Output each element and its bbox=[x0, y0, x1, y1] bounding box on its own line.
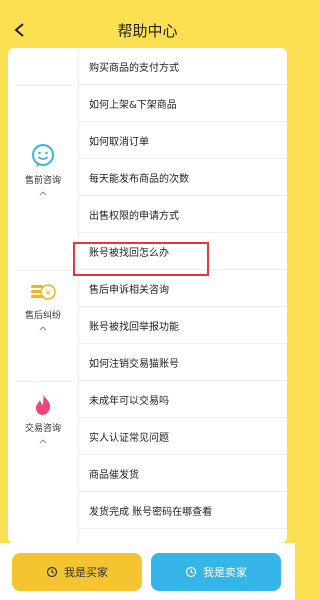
highlight-box bbox=[73, 242, 209, 276]
buyer-button-label: 我是买家 bbox=[64, 566, 108, 579]
buyer-button[interactable]: 我是买家 bbox=[12, 553, 142, 591]
chevron-up-icon bbox=[39, 439, 47, 444]
faq-item[interactable]: 账号被找回举报功能 bbox=[79, 307, 287, 344]
faq-list: 购买商品的支付方式 如何上架&下架商品 如何取消订单 每天能发布商品的次数 出售… bbox=[73, 48, 287, 543]
faq-item[interactable]: 商品催发货 bbox=[79, 455, 287, 492]
bottom-bar: 我是买家 我是卖家 bbox=[0, 543, 295, 600]
svg-text:¥: ¥ bbox=[45, 289, 50, 298]
faq-item[interactable]: 未成年可以交易吗 bbox=[79, 381, 287, 418]
divider bbox=[16, 270, 74, 271]
chevron-up-icon bbox=[39, 191, 47, 196]
faq-item[interactable]: 每天能发布商品的次数 bbox=[79, 159, 287, 196]
category-label: 售后纠纷 bbox=[24, 311, 61, 321]
faq-item[interactable]: 发货完成 账号密码在哪查看 bbox=[79, 492, 287, 529]
divider bbox=[16, 381, 74, 382]
clock-icon bbox=[46, 566, 58, 578]
flame-icon bbox=[36, 395, 51, 415]
faq-item[interactable]: 如何上架&下架商品 bbox=[79, 85, 287, 122]
category-presale[interactable]: 售前咨询 bbox=[8, 85, 78, 270]
smile-chat-icon bbox=[32, 144, 54, 167]
faq-item[interactable]: 如何取消订单 bbox=[79, 122, 287, 159]
coin-stack-icon: ¥ bbox=[31, 284, 56, 300]
category-label: 交易咨询 bbox=[24, 424, 61, 434]
seller-button[interactable]: 我是卖家 bbox=[151, 553, 281, 591]
seller-button-label: 我是卖家 bbox=[203, 566, 247, 579]
faq-item[interactable]: 实人认证常见问题 bbox=[79, 418, 287, 455]
faq-item[interactable]: 购买商品的支付方式 bbox=[79, 48, 287, 85]
category-label: 售前咨询 bbox=[24, 176, 61, 186]
divider bbox=[16, 85, 74, 86]
category-trade[interactable]: 交易咨询 bbox=[8, 381, 78, 543]
chevron-up-icon bbox=[39, 326, 47, 331]
faq-item[interactable]: 出售权限的申请方式 bbox=[79, 196, 287, 233]
clock-icon bbox=[185, 566, 197, 578]
page-title: 帮助中心 bbox=[117, 22, 178, 40]
faq-item[interactable]: 如何注销交易猫账号 bbox=[79, 344, 287, 381]
help-card: 售前咨询 ¥ 售后纠纷 交易咨询 购买商品的支付方式 如何上架&下架商品 如何取… bbox=[8, 48, 287, 543]
